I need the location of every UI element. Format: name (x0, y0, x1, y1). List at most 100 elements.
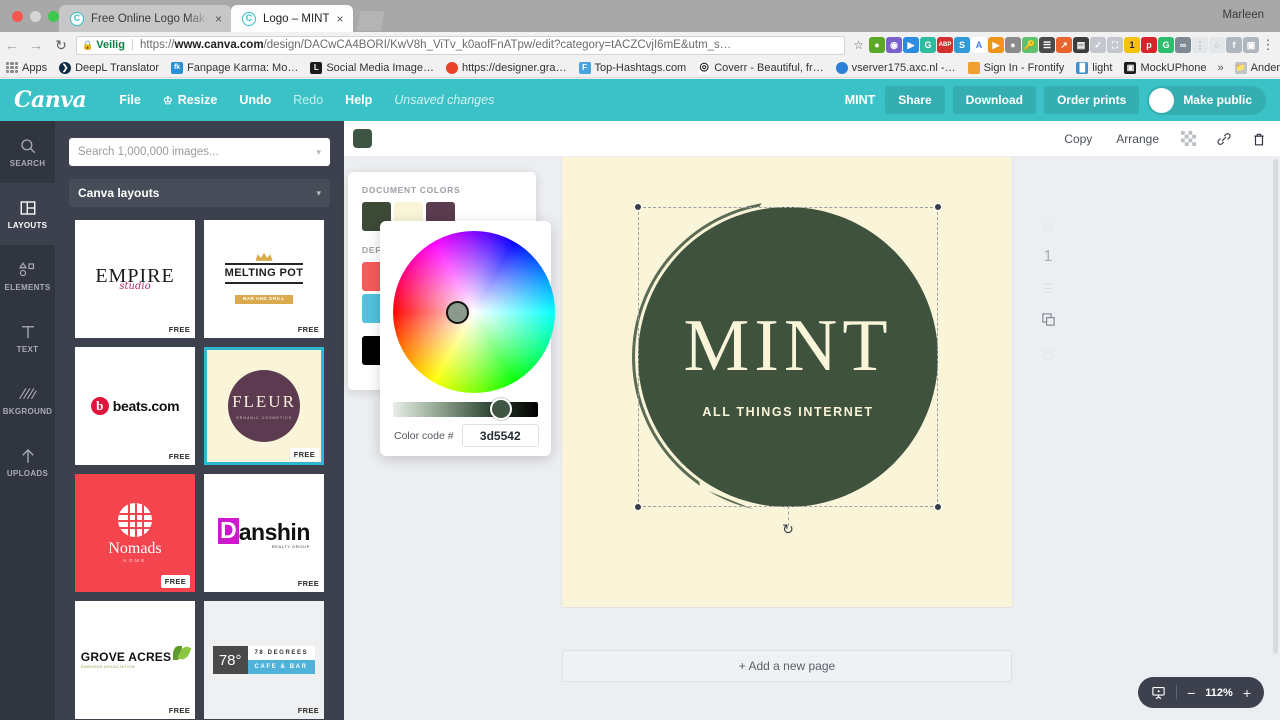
copy-button[interactable]: Copy (1052, 132, 1104, 146)
design-page[interactable]: MINT ALL THINGS INTERNET ↻ (562, 157, 1012, 607)
canva-logo[interactable]: Canva (14, 87, 87, 113)
layout-melting-pot[interactable]: MELTING POT BAR AND GRILL FREE (204, 220, 324, 338)
sidebar-item-text[interactable]: TEXT (0, 307, 55, 369)
screencast-extension-icon[interactable]: S (954, 37, 970, 53)
resize-handle-bottom-left[interactable] (634, 503, 642, 511)
lock-key-extension-icon[interactable]: 🔑 (1022, 37, 1038, 53)
sidebar-item-search[interactable]: SEARCH (0, 121, 55, 183)
facebook-extension-icon[interactable]: f (1226, 37, 1242, 53)
document-name[interactable]: MINT (845, 93, 876, 107)
orange-play-extension-icon[interactable]: ▶ (988, 37, 1004, 53)
bookmark-fanpage-karma[interactable]: fk Fanpage Karma: Mo… (165, 61, 304, 74)
duplicate-page-icon[interactable] (1041, 312, 1056, 332)
brightness-slider[interactable] (393, 402, 538, 417)
menu-resize[interactable]: ♔ Resize (152, 93, 228, 107)
chrome-menu-icon[interactable]: ⋮ (1260, 37, 1276, 53)
grammarly-extension-icon[interactable]: G (920, 37, 936, 53)
chevron-down-icon[interactable]: ▾ (316, 188, 321, 199)
present-icon[interactable] (1151, 685, 1166, 700)
rotate-icon[interactable]: ↻ (782, 522, 794, 536)
bookmark-coverr[interactable]: ◎ Coverr - Beautiful, fr… (692, 61, 829, 74)
new-tab-button[interactable] (356, 11, 385, 31)
bookmark-social-media-image[interactable]: L Social Media Image… (304, 61, 440, 74)
window-controls[interactable] (0, 11, 59, 32)
browser-tab-logo-mint[interactable]: C Logo – MINT × (231, 5, 353, 32)
layout-empire-studio[interactable]: EMPIRE studio FREE (75, 220, 195, 338)
bookmark-mockuphone[interactable]: ▣ MockUPhone (1118, 61, 1212, 74)
make-public-button[interactable]: Make public (1147, 85, 1266, 115)
evernote-extension-icon[interactable]: ● (869, 37, 885, 53)
grey-globe-extension-icon[interactable]: ● (1005, 37, 1021, 53)
resize-handle-bottom-right[interactable] (934, 503, 942, 511)
sidebar-item-background[interactable]: BKGROUND (0, 369, 55, 431)
close-icon[interactable]: × (215, 13, 222, 25)
download-button[interactable]: Download (952, 86, 1036, 114)
adblock-extension-icon[interactable]: ABP (937, 37, 953, 53)
bookmarks-overflow-icon[interactable]: » (1213, 62, 1229, 74)
resize-handle-top-right[interactable] (934, 203, 942, 211)
green-g-extension-icon[interactable]: G (1158, 37, 1174, 53)
add-new-page-button[interactable]: + Add a new page (562, 650, 1012, 682)
brightness-slider-handle[interactable] (490, 398, 512, 420)
check-circle-extension-icon[interactable]: ✓ (1090, 37, 1106, 53)
crop-extension-icon[interactable]: ⛶ (1107, 37, 1123, 53)
bookmark-apps[interactable]: Apps (0, 61, 53, 74)
lock-page-icon[interactable]: △ (1043, 217, 1053, 233)
bookmark-frontify[interactable]: Sign In - Frontify (962, 61, 1071, 74)
purple-circle-extension-icon[interactable]: ◉ (886, 37, 902, 53)
back-icon[interactable]: ← (0, 37, 24, 53)
layout-fleur[interactable]: FLEUR ORGANIC COSMETICS FREE (204, 347, 324, 465)
yellow-note-extension-icon[interactable]: 1 (1124, 37, 1140, 53)
layout-nomads-home[interactable]: Nomads HOME FREE (75, 474, 195, 592)
order-prints-button[interactable]: Order prints (1043, 86, 1140, 114)
chevron-down-icon[interactable]: ▾ (316, 147, 321, 158)
blue-play-extension-icon[interactable]: ▶ (903, 37, 919, 53)
chart-extension-icon[interactable]: ↗ (1056, 37, 1072, 53)
canvas-scrollbar[interactable] (1273, 159, 1278, 654)
layout-danshin[interactable]: D anshin REALTY GROUP FREE (204, 474, 324, 592)
menu-redo[interactable]: Redo (282, 93, 334, 107)
bookmark-vserver175[interactable]: vserver175.axc.nl -… (830, 61, 962, 74)
menu-help[interactable]: Help (334, 93, 383, 107)
layout-78-degrees[interactable]: 78° 78 DEGREES CAFE & BAR FREE (204, 601, 324, 719)
layers-extension-icon[interactable]: ☰ (1039, 37, 1055, 53)
resize-handle-top-left[interactable] (634, 203, 642, 211)
grey-drop-extension-icon[interactable]: ○ (1209, 37, 1225, 53)
bookmark-folder-other[interactable]: 📁 Andere bladwijzers (1229, 61, 1280, 74)
close-icon[interactable]: × (336, 13, 343, 25)
color-code-input[interactable]: 3d5542 (461, 424, 539, 447)
film-extension-icon[interactable]: ▤ (1073, 37, 1089, 53)
minimize-window-button[interactable] (30, 11, 41, 22)
sidebar-item-elements[interactable]: ELEMENTS (0, 245, 55, 307)
zoom-in-button[interactable]: + (1243, 686, 1251, 700)
bookmark-top-hashtags[interactable]: F Top-Hashtags.com (573, 61, 693, 74)
menu-file[interactable]: File (108, 93, 152, 107)
trash-icon[interactable] (1242, 131, 1280, 147)
star-icon[interactable]: ☆ (853, 38, 864, 52)
browser-tab-logo-maker[interactable]: C Free Online Logo Maker: Desig × (59, 5, 231, 32)
search-input[interactable]: Search 1,000,000 images... ▾ (69, 138, 330, 166)
menu-undo[interactable]: Undo (228, 93, 282, 107)
delete-page-icon[interactable]: ◻ (1043, 347, 1054, 363)
camera-extension-icon[interactable]: ▣ (1243, 37, 1259, 53)
zoom-out-button[interactable]: − (1187, 686, 1195, 700)
share-button[interactable]: Share (885, 86, 945, 114)
reload-icon[interactable]: ↻ (48, 37, 74, 54)
color-wheel-cursor[interactable] (446, 301, 469, 324)
sidebar-item-layouts[interactable]: LAYOUTS (0, 183, 55, 245)
browser-profile-name[interactable]: Marleen (1222, 9, 1264, 21)
link-icon[interactable] (1206, 131, 1242, 147)
layout-beats-com[interactable]: b beats.com FREE (75, 347, 195, 465)
link-extension-icon[interactable]: ∞ (1175, 37, 1191, 53)
grey-pin-extension-icon[interactable]: ⋮ (1192, 37, 1208, 53)
bookmark-designer-gra[interactable]: https://designer.gra… (440, 61, 573, 74)
address-bar[interactable]: 🔒 Veilig | https:// www.canva.com /desig… (76, 35, 846, 55)
sidebar-item-uploads[interactable]: UPLOADS (0, 431, 55, 493)
font-extension-icon[interactable]: A (971, 37, 987, 53)
maximize-window-button[interactable] (48, 11, 59, 22)
layout-grove-acres[interactable]: GROVE ACRES GARDENS ASSOCIATION FREE (75, 601, 195, 719)
arrange-button[interactable]: Arrange (1104, 132, 1171, 146)
transparency-icon[interactable] (1171, 131, 1206, 146)
forward-icon[interactable]: → (24, 37, 48, 53)
close-window-button[interactable] (12, 11, 23, 22)
